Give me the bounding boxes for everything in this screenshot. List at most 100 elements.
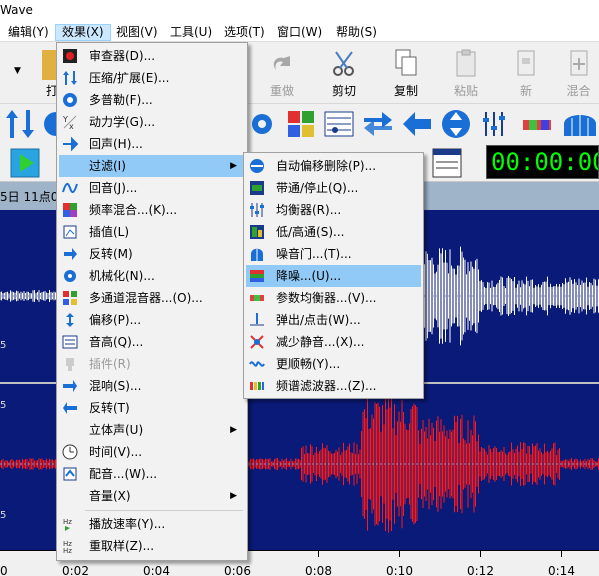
menu-item-lowhigh[interactable]: 低/高通(S)...	[246, 221, 421, 243]
menu-item-label: 频率混合...(K)...	[89, 203, 178, 217]
time-display: 00:00:00.0	[486, 145, 599, 179]
menu-options[interactable]: 选项(T)	[218, 24, 271, 41]
menu-item-auto-offset[interactable]: 自动偏移删除(P)...	[246, 155, 421, 177]
vertical-arrows-icon[interactable]	[4, 108, 36, 140]
menu-item-compress[interactable]: 压缩/扩展(E)...	[59, 67, 245, 89]
menu-item-label: 均衡器(R)...	[276, 203, 342, 217]
menu-item-multichannel[interactable]: 多通道混音器...(O)...	[59, 287, 245, 309]
up-down-circle-icon[interactable]	[440, 108, 472, 140]
timeline-tick	[318, 551, 319, 557]
menu-item-dynamics[interactable]: Yx 动力学(G)...	[59, 111, 245, 133]
copy-button[interactable]: 复制	[378, 46, 434, 102]
window-title: Wave	[0, 3, 33, 17]
menu-edit[interactable]: 编辑(Y)	[2, 24, 55, 41]
svg-text:Hz: Hz	[63, 547, 72, 554]
paste-button[interactable]: 粘贴	[438, 46, 494, 102]
menu-item-equalizer[interactable]: 均衡器(R)...	[246, 199, 421, 221]
menu-item-label: 减少静音...(X)...	[276, 335, 365, 349]
timeline-label-start: 0	[0, 564, 8, 576]
menu-item-interpolate[interactable]: 插值(L)	[59, 221, 245, 243]
swap-arrows-icon[interactable]	[362, 108, 394, 140]
menu-item-noise-gate[interactable]: 噪音门...(T)...	[246, 243, 421, 265]
menu-window[interactable]: 窗口(W)	[271, 24, 328, 41]
param-eq-icon	[250, 295, 264, 301]
left-arrow-icon[interactable]	[401, 108, 433, 140]
menu-item-doppler[interactable]: 多普勒(F)...	[59, 89, 245, 111]
menu-item-dub[interactable]: 配音...(W)...	[59, 463, 245, 485]
menu-item-label: 音量(X)	[89, 489, 131, 503]
gear-blue-icon[interactable]	[246, 108, 278, 140]
menu-item-label: 偏移(P)...	[89, 313, 142, 327]
menu-item-param-eq[interactable]: 参数均衡器...(V)...	[246, 287, 421, 309]
open-folder-icon[interactable]	[42, 50, 56, 80]
sliders-icon[interactable]	[480, 108, 512, 140]
menu-item-invert[interactable]: 反转(M)	[59, 243, 245, 265]
menu-item-mechanize[interactable]: 机械化(N)...	[59, 265, 245, 287]
menu-item-label: 带通/停止(Q)...	[276, 181, 359, 195]
menu-item-reverb[interactable]: 回音(J)...	[59, 177, 245, 199]
dropdown-arrow-icon[interactable]: ▼	[14, 66, 21, 76]
menu-item-noise-reduce[interactable]: 降噪...(U)...	[246, 265, 421, 287]
menu-item-offset[interactable]: 偏移(P)...	[59, 309, 245, 331]
menu-item-filter[interactable]: 过滤(I) ▶	[59, 155, 245, 177]
menu-item-inspector[interactable]: 审查器(D)...	[59, 45, 245, 67]
music-note-icon[interactable]	[323, 108, 355, 140]
cut-button[interactable]: 剪切	[316, 46, 372, 102]
submenu-arrow-icon: ▶	[230, 425, 237, 435]
menu-item-label: 降噪...(U)...	[276, 269, 342, 283]
menu-item-bandpass[interactable]: 带通/停止(Q)...	[246, 177, 421, 199]
plugin-icon	[66, 358, 74, 371]
svg-text:Y: Y	[62, 115, 68, 124]
menu-item-reverse[interactable]: 反转(T)	[59, 397, 245, 419]
menu-item-smoother[interactable]: 更顺畅(Y)...	[246, 353, 421, 375]
play-icon[interactable]	[10, 148, 40, 178]
mix-button[interactable]: 混合	[558, 46, 599, 102]
menu-tools[interactable]: 工具(U)	[164, 24, 218, 41]
menu-item-pop-click[interactable]: 弹出/点击(W)...	[246, 309, 421, 331]
timeline-label: 0:12	[467, 564, 494, 576]
interpolate-icon	[63, 225, 77, 239]
smoother-icon	[249, 361, 265, 367]
file-info-text: 5日 11点0	[0, 190, 59, 204]
axis-label-bottom-2: 5	[0, 510, 7, 521]
arch-bars-icon[interactable]	[562, 108, 599, 140]
menu-item-reduce-silence[interactable]: 减少静音...(X)...	[246, 331, 421, 353]
redo-label: 重做	[269, 84, 294, 98]
blue-circle-icon[interactable]	[42, 108, 56, 140]
multicolor-puzzle-icon[interactable]	[285, 108, 317, 140]
paste-label: 粘贴	[453, 84, 478, 98]
menu-help[interactable]: 帮助(S)	[330, 24, 383, 41]
menu-item-label: 审查器(D)...	[89, 49, 156, 63]
menu-item-time[interactable]: 时间(V)...	[59, 441, 245, 463]
menu-effects[interactable]: 效果(X)	[55, 24, 111, 41]
menu-item-label: 低/高通(S)...	[276, 225, 345, 239]
menu-item-echo[interactable]: 回声(H)...	[59, 133, 245, 155]
timeline-tick	[561, 551, 562, 557]
timeline-label: 0:06	[224, 564, 251, 576]
pop-click-icon	[250, 313, 264, 326]
menu-item-volume[interactable]: 音量(X) ▶	[59, 485, 245, 507]
timeline-tick	[480, 551, 481, 557]
title-bar: Wave	[0, 0, 599, 22]
menu-item-spectrum[interactable]: 频谱滤波器...(Z)...	[246, 375, 421, 397]
noise-reduce-icon	[250, 270, 264, 282]
menu-item-mix[interactable]: 混响(S)...	[59, 375, 245, 397]
menu-item-freq-mix[interactable]: 频率混合...(K)...	[59, 199, 245, 221]
menu-item-plugin[interactable]: 插件(R)	[59, 353, 245, 375]
menu-item-label: 音高(Q)...	[89, 335, 144, 349]
menu-item-resample[interactable]: Hz Hz 重取样(Z)...	[59, 535, 245, 557]
spectrum-bar-icon[interactable]	[521, 108, 553, 140]
menu-item-label: 噪音门...(T)...	[276, 247, 352, 261]
menu-item-pitch[interactable]: 音高(Q)...	[59, 331, 245, 353]
effects-menu: 审查器(D)... 压缩/扩展(E)... 多普勒(F)... Yx 动力学(G…	[56, 42, 248, 561]
menu-item-stereo[interactable]: 立体声(U) ▶	[59, 419, 245, 441]
new-button[interactable]: 新	[498, 46, 554, 102]
echo-icon	[63, 136, 78, 152]
redo-button[interactable]: 重做	[254, 46, 310, 102]
window-layout-icon[interactable]	[432, 148, 462, 178]
noise-gate-icon	[251, 248, 263, 261]
equalizer-icon	[250, 203, 264, 217]
menu-item-playrate[interactable]: Hz 播放速率(Y)...	[59, 513, 245, 535]
menu-view[interactable]: 视图(V)	[110, 24, 164, 41]
filter-icon	[62, 158, 78, 174]
